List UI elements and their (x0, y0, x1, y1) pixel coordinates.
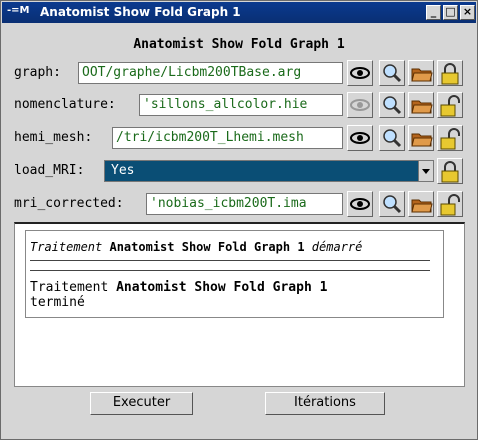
nomenclature-browse-folder-button[interactable] (408, 92, 434, 118)
maximize-icon: □ (445, 5, 456, 18)
graph-label: graph: (14, 65, 61, 80)
folder-icon (411, 100, 433, 114)
minimize-button[interactable]: _ (426, 5, 441, 20)
load-mri-lock-button[interactable] (437, 158, 463, 184)
lock-icon (441, 63, 459, 85)
nomenclature-browse-db-button[interactable] (379, 92, 405, 118)
log-divider (30, 270, 430, 271)
window-title: Anatomist Show Fold Graph 1 (40, 5, 241, 19)
graph-view-button[interactable] (347, 60, 373, 86)
mri-corrected-unlock-button[interactable] (437, 191, 463, 217)
close-icon: × (462, 5, 473, 18)
log-end-process: Anatomist Show Fold Graph 1 (116, 280, 328, 295)
mri-corrected-field[interactable]: 'nobias_icbm200T.ima (146, 193, 343, 215)
hemi-mesh-field[interactable]: /tri/icbm200T_Lhemi.mesh (112, 127, 343, 149)
graph-browse-folder-button[interactable] (408, 60, 434, 86)
graph-field[interactable]: OOT/graphe/Licbm200TBase.arg (78, 62, 343, 84)
lock-icon (441, 161, 459, 183)
nomenclature-field[interactable]: 'sillons_allcolor.hie (139, 94, 343, 116)
load-mri-dropdown-button[interactable] (418, 161, 433, 181)
graph-browse-db-button[interactable] (379, 60, 405, 86)
log-end-prefix: Traitement (30, 280, 109, 295)
hemi-mesh-label: hemi_mesh: (14, 130, 93, 145)
hemi-mesh-browse-db-button[interactable] (379, 125, 405, 151)
nomenclature-label: nomenclature: (14, 97, 116, 112)
hemi-mesh-view-button[interactable] (347, 125, 373, 151)
minimize-icon: _ (430, 5, 437, 18)
magnifier-icon (383, 64, 402, 83)
unlock-icon (440, 95, 460, 117)
unlock-icon (440, 194, 460, 216)
page-title: Anatomist Show Fold Graph 1 (133, 37, 345, 52)
hemi-mesh-browse-folder-button[interactable] (408, 125, 434, 151)
log-line-end: Traitement Anatomist Show Fold Graph 1 t… (30, 280, 410, 310)
eye-icon (350, 67, 370, 79)
chevron-down-icon (422, 169, 430, 174)
load-mri-label: load_MRI: (14, 163, 85, 178)
eye-icon (350, 99, 370, 111)
magnifier-icon (383, 195, 402, 214)
log-end-status: terminé (30, 295, 85, 310)
maximize-button[interactable]: □ (443, 5, 458, 20)
eye-icon (350, 132, 370, 144)
mri-corrected-browse-folder-button[interactable] (408, 191, 434, 217)
iterations-button[interactable]: Itérations (265, 392, 385, 415)
mri-corrected-view-button[interactable] (347, 191, 373, 217)
nomenclature-view-button[interactable] (347, 92, 373, 118)
unlock-icon (440, 128, 460, 150)
log-divider (30, 260, 430, 261)
execute-button[interactable]: Executer (90, 392, 193, 415)
eye-icon (350, 198, 370, 210)
log-start-process: Anatomist Show Fold Graph 1 (109, 240, 305, 254)
titlebar[interactable]: -=M Anatomist Show Fold Graph 1 _ □ × (2, 2, 476, 23)
load-mri-value: Yes (111, 163, 135, 178)
log-line-start: Traitement Anatomist Show Fold Graph 1 d… (30, 240, 362, 254)
close-button[interactable]: × (460, 5, 475, 20)
magnifier-icon (383, 96, 402, 115)
graph-lock-button[interactable] (437, 60, 463, 86)
folder-icon (411, 133, 433, 147)
mri-corrected-label: mri_corrected: (14, 196, 124, 211)
magnifier-icon (383, 129, 402, 148)
nomenclature-unlock-button[interactable] (437, 92, 463, 118)
load-mri-select[interactable]: Yes (104, 160, 434, 182)
folder-icon (411, 68, 433, 82)
folder-icon (411, 199, 433, 213)
log-start-prefix: Traitement (30, 240, 103, 254)
app-icon[interactable]: -=M (7, 5, 33, 20)
mri-corrected-browse-db-button[interactable] (379, 191, 405, 217)
log-start-status: démarré (311, 240, 363, 254)
hemi-mesh-unlock-button[interactable] (437, 125, 463, 151)
